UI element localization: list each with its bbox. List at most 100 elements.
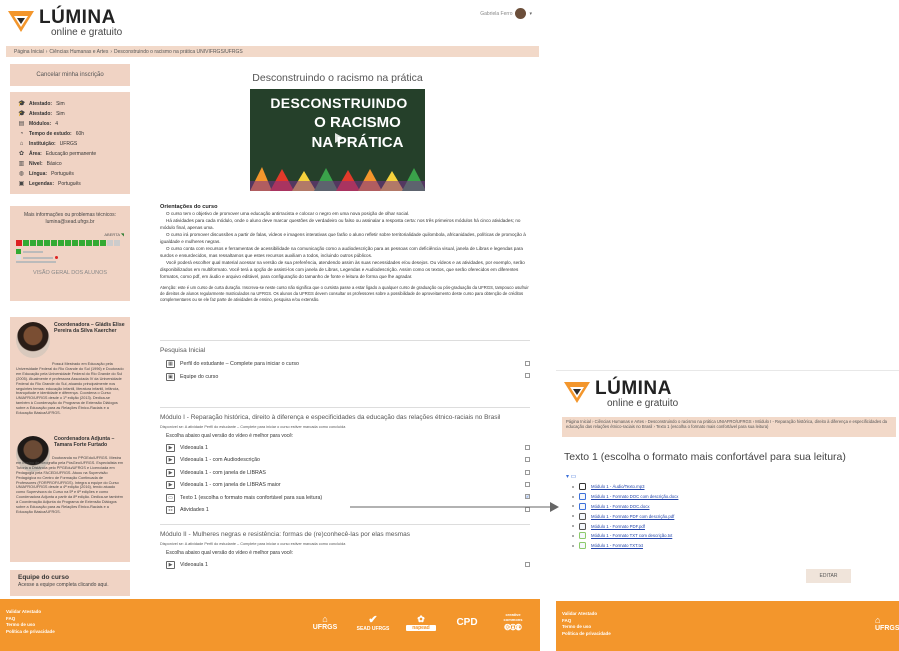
breadcrumb: Página Inicial › Ciências Humanas e Artes… xyxy=(6,46,539,57)
completion-checkbox[interactable] xyxy=(525,361,530,366)
person-card: Coordenadora – Gládis Elise Pereira da S… xyxy=(16,322,125,433)
breadcrumb-item[interactable]: Página Inicial xyxy=(14,49,44,55)
folder-icon[interactable]: ▾ ▭ xyxy=(566,473,826,482)
availability-note: Disponível se: A atividade Perfil do est… xyxy=(160,424,346,429)
file-link[interactable]: Módulo 1 - Formato TXT.txt xyxy=(591,543,643,548)
edit-button[interactable]: EDITAR xyxy=(806,569,851,583)
file-link[interactable]: Módulo 1 - Formato DOC com descrição.doc… xyxy=(591,494,678,499)
section-title[interactable]: Pesquisa Inicial xyxy=(160,347,530,354)
certificate-icon: 🎓 xyxy=(18,110,26,117)
breadcrumb-item[interactable]: Ciências Humanas e Artes xyxy=(595,419,644,424)
orientation-section: Orientações do curso O curso tem o objet… xyxy=(160,204,530,304)
file-item[interactable]: Módulo 1 - Formato TXT.txt xyxy=(572,541,826,551)
attribute-list: 🎓 Atestado: Sim 🎓 Atestado: Sim ▤ Módulos: 4 ◔ Tem… xyxy=(18,99,122,189)
completion-checkbox[interactable] xyxy=(525,469,530,475)
breadcrumb-item[interactable]: Ciências Humanas e Artes xyxy=(49,49,108,55)
orientation-paragraph: O curso conta com recursos e ferramentas… xyxy=(160,246,523,258)
footer-link[interactable]: Política de privacidade xyxy=(562,631,611,638)
orientation-paragraph: O curso tem o objetivo de promover uma e… xyxy=(166,211,410,216)
section-title[interactable]: Módulo I - Reparação histórica, direito … xyxy=(160,414,530,421)
brand-logo[interactable]: LÚMINA online e gratuito xyxy=(6,8,122,38)
ufrgs-logo[interactable]: ⌂ UFRGS xyxy=(875,615,899,632)
attribute-value: Básico xyxy=(46,161,62,167)
video-icon: ▶ xyxy=(166,561,175,570)
napead-logo[interactable]: ✿ napead xyxy=(406,614,436,631)
completion-checkbox[interactable] xyxy=(525,481,530,487)
activity-label[interactable]: Videoaula 1 xyxy=(180,445,208,451)
file-link[interactable]: Módulo 1 - Formato DOC.docx xyxy=(591,504,650,509)
section-divider xyxy=(160,340,530,341)
cpd-logo[interactable]: CPD xyxy=(452,617,482,628)
section-title[interactable]: Módulo II - Mulheres negras e resistênci… xyxy=(160,531,530,538)
team-link[interactable]: Acesse a equipe completa clicando aqui. xyxy=(18,582,122,588)
support-email[interactable]: lumina@sead.ufrgs.br xyxy=(16,219,124,226)
activity-label[interactable]: Texto 1 (escolha o formato mais confortá… xyxy=(180,495,322,501)
breadcrumb-item[interactable]: Desconstruindo o racismo na prática UNIA… xyxy=(648,419,752,424)
attribute-label: Língua: xyxy=(29,171,48,177)
file-item[interactable]: Módulo 1 - Áudio/Texto.mp3 xyxy=(572,482,826,492)
activity-item[interactable]: ▶ Videoaula 1 xyxy=(160,442,530,454)
breadcrumb-item[interactable]: Página Inicial xyxy=(566,419,591,424)
completion-checkbox[interactable] xyxy=(525,373,530,379)
activity-item[interactable]: ▶ Videoaula 1 - com janela de LIBRAS xyxy=(160,467,530,479)
file-link[interactable]: Módulo 1 - Formato TXT com descrição.txt xyxy=(591,533,672,538)
brand-logo[interactable]: LÚMINA online e gratuito xyxy=(562,379,678,409)
attribute-label: Atestado: xyxy=(29,111,53,117)
creative-commons-logo[interactable]: creative commons 🅭🅯🅮 xyxy=(498,612,528,633)
cancel-enrollment-button[interactable]: Cancelar minha inscrição xyxy=(36,72,103,78)
activity-item[interactable]: ▦ Perfil do estudante – Complete para ini… xyxy=(160,358,530,370)
orientation-paragraph: Você poderá escolher qual material acess… xyxy=(160,260,525,279)
activity-label[interactable]: Videoaula 1 - com janela de LIBRAS xyxy=(180,470,266,476)
activity-item[interactable]: ▣ Equipe do curso xyxy=(160,370,530,382)
attribute-label: Módulos: xyxy=(29,121,52,127)
file-item[interactable]: Módulo 1 - Formato TXT com descrição.txt xyxy=(572,531,826,541)
page: LÚMINA online e gratuito Gabriela Ferro … xyxy=(0,0,899,651)
file-item[interactable]: Módulo 1 - Formato DOC.docx xyxy=(572,502,826,512)
area-icon: ✿ xyxy=(18,150,25,157)
ufrgs-logo[interactable]: ⌂ UFRGS xyxy=(310,614,340,631)
lumina-logo-icon xyxy=(564,382,590,403)
attribute-row: ▥ Nível: Básico xyxy=(18,159,122,169)
tree-branch xyxy=(572,544,574,547)
course-video[interactable]: DESCONSTRUINDO O RACISMO NA PRÁTICA xyxy=(250,89,425,191)
person-card: Coordenadora Adjunta – Tamara Forte Furt… xyxy=(16,436,124,560)
activity-label[interactable]: Atividades 1 xyxy=(180,507,209,513)
breadcrumb-item[interactable]: Texto 1 (escolha o formato mais confortá… xyxy=(656,424,768,429)
file-link[interactable]: Módulo 1 - Áudio/Texto.mp3 xyxy=(591,484,645,489)
file-link[interactable]: Módulo 1 - Formato PDF.pdf xyxy=(591,524,645,529)
completion-checkbox[interactable] xyxy=(525,562,530,568)
file-item[interactable]: Módulo 1 - Formato PDF com descrição.pdf xyxy=(572,511,826,521)
activity-label[interactable]: Equipe do curso xyxy=(180,374,218,380)
completion-checkbox[interactable] xyxy=(525,457,530,463)
file-item[interactable]: Módulo 1 - Formato PDF.pdf xyxy=(572,521,826,531)
attribute-value: 60h xyxy=(75,131,85,137)
footer-links: Validar Atestado FAQ Termo de uso Políti… xyxy=(6,609,55,635)
footer-link[interactable]: Política de privacidade xyxy=(6,629,55,636)
attribute-label: Nível: xyxy=(29,161,43,167)
activity-label[interactable]: Videoaula 1 - com janela de LIBRAS maior xyxy=(180,482,281,488)
activity-label[interactable]: Perfil do estudante – Complete para inic… xyxy=(180,361,299,367)
file-item[interactable]: Módulo 1 - Formato DOC com descrição.doc… xyxy=(572,492,826,502)
overview-button[interactable]: VISÃO GERAL DOS ALUNOS xyxy=(16,270,124,276)
brand-title: LÚMINA xyxy=(595,378,672,399)
breadcrumb-item[interactable]: Desconstruindo o racismo na prática UNIV… xyxy=(114,49,243,55)
connector-arrow-icon xyxy=(350,502,559,512)
activity-label[interactable]: Videoaula 1 xyxy=(180,562,208,568)
tree-branch xyxy=(572,515,574,518)
attribute-row: 🎓 Atestado: Sim xyxy=(18,99,122,109)
user-menu[interactable]: Gabriela Ferro ▾ xyxy=(480,8,532,19)
activity-item[interactable]: ▶ Videoaula 1 xyxy=(160,559,530,571)
brand-title: LÚMINA xyxy=(39,7,116,28)
accessibility-label: ABERTA xyxy=(104,232,120,237)
activity-label[interactable]: Videoaula 1 - com Audiodescrição xyxy=(180,457,260,463)
file-link[interactable]: Módulo 1 - Formato PDF com descrição.pdf xyxy=(591,514,674,519)
main-screen: LÚMINA online e gratuito Gabriela Ferro … xyxy=(0,0,540,651)
avatar xyxy=(515,8,527,19)
tree-branch xyxy=(572,505,574,508)
completion-checkbox[interactable] xyxy=(525,444,530,450)
txt-icon xyxy=(579,532,586,540)
sead-logo[interactable]: ✔ SEAD UFRGS xyxy=(356,613,390,632)
support-text: Mais informações ou problemas técnicos: xyxy=(24,212,116,218)
activity-item[interactable]: ▶ Videoaula 1 - com Audiodescrição xyxy=(160,454,530,466)
activity-item[interactable]: ▶ Videoaula 1 - com janela de LIBRAS maio… xyxy=(160,479,530,491)
